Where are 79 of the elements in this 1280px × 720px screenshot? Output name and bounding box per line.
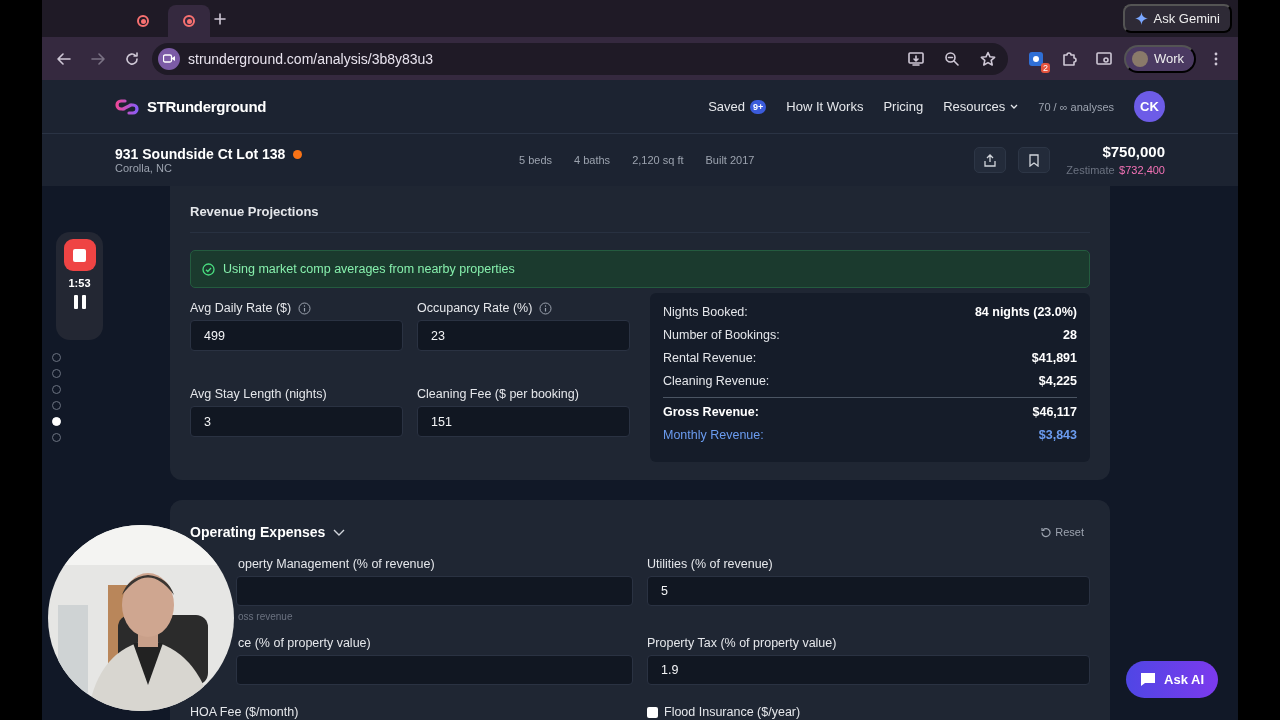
- summary-label: Nights Booked:: [663, 305, 748, 319]
- summary-value: $46,117: [1032, 405, 1077, 419]
- summary-value: 28: [1063, 328, 1077, 342]
- browser-tab[interactable]: [168, 5, 210, 37]
- summary-value: 84 nights (23.0%): [974, 305, 1077, 319]
- field-label: Avg Daily Rate ($): [190, 301, 292, 315]
- summary-label: Rental Revenue:: [663, 351, 757, 365]
- property-fact: Built 2017: [705, 154, 755, 166]
- pause-icon[interactable]: [73, 295, 86, 309]
- input-field[interactable]: 23: [417, 320, 630, 351]
- stop-button[interactable]: [63, 239, 96, 271]
- summary-value: $3,843: [1038, 428, 1077, 442]
- new-tab-icon[interactable]: [214, 12, 226, 25]
- share-icon: [984, 153, 997, 167]
- field-label: Avg Stay Length (nights): [190, 387, 327, 401]
- summary-value: $41,891: [1031, 351, 1077, 365]
- section-title: Revenue Projections: [190, 204, 1090, 233]
- nav-link[interactable]: Saved 9+: [708, 99, 767, 114]
- nav-link[interactable]: How It Works: [786, 99, 864, 114]
- field-label: Cleaning Fee ($ per booking): [417, 387, 579, 401]
- helper-text: oss revenue: [238, 611, 293, 622]
- brand-name: STRunderground: [147, 98, 267, 115]
- field-label: Occupancy Rate (%): [417, 301, 533, 315]
- bookmark-button[interactable]: [1018, 147, 1051, 173]
- check-circle-icon: [202, 262, 215, 276]
- input-field[interactable]: 1.9: [647, 655, 1090, 685]
- count-badge: 9+: [750, 99, 767, 114]
- recording-icon: [137, 15, 149, 27]
- ask-ai-button[interactable]: Ask AI: [1126, 661, 1218, 698]
- input-field[interactable]: 499: [190, 320, 403, 351]
- property-fact: 4 baths: [574, 154, 611, 166]
- nav-link[interactable]: Resources: [943, 99, 1019, 114]
- summary-label: Monthly Revenue:: [663, 428, 764, 442]
- recording-time: 1:53: [68, 277, 91, 289]
- bookmark-icon: [1029, 153, 1040, 167]
- field-label: HOA Fee ($/month): [190, 705, 299, 719]
- recording-icon: [183, 15, 195, 27]
- sparkle-icon: [1134, 12, 1148, 25]
- summary-label: Gross Revenue:: [663, 405, 759, 419]
- field-label: Utilities (% of revenue): [647, 557, 773, 571]
- nav-link[interactable]: Pricing: [883, 99, 924, 114]
- usage-counter: 70 / ∞ analyses: [1038, 100, 1114, 113]
- video-camera-icon: [158, 47, 180, 70]
- chevron-down-icon[interactable]: [333, 528, 346, 536]
- input-field[interactable]: [236, 576, 633, 606]
- field-label: ce (% of property value): [238, 636, 371, 650]
- summary-label: Cleaning Revenue:: [663, 374, 770, 388]
- share-button[interactable]: [974, 147, 1007, 173]
- avatar-icon: [1131, 50, 1148, 67]
- property-fact: 5 beds: [519, 154, 553, 166]
- banner-text: Using market comp averages from nearby properties: [223, 262, 515, 276]
- section-title: Operating Expenses: [190, 524, 326, 540]
- summary-label: Number of Bookings:: [663, 328, 780, 342]
- property-location: Corolla, NC: [115, 162, 173, 174]
- zestimate-value: $732,400: [1119, 163, 1165, 176]
- property-price: $750,000: [1101, 142, 1165, 160]
- status-dot: [293, 149, 303, 159]
- user-avatar[interactable]: CK: [1134, 91, 1165, 122]
- address-bar[interactable]: strunderground.com/analysis/3b8y83u3: [152, 42, 1008, 75]
- summary-value: $4,225: [1038, 374, 1077, 388]
- field-label: Flood Insurance ($/year): [664, 705, 801, 719]
- logo-icon: [115, 97, 139, 116]
- chat-icon: [1140, 672, 1156, 687]
- input-field[interactable]: 5: [647, 576, 1090, 606]
- zestimate-label: Zestimate: [1066, 163, 1115, 176]
- input-field[interactable]: 3: [190, 406, 403, 437]
- checkbox[interactable]: [647, 706, 658, 718]
- property-fact: 2,120 sq ft: [632, 154, 684, 166]
- notification-badge: 2: [1040, 62, 1050, 73]
- extension-icon[interactable]: [1027, 50, 1044, 67]
- field-label: Property Tax (% of property value): [647, 636, 837, 650]
- undo-icon: [1040, 526, 1052, 538]
- reset-button[interactable]: Reset: [1034, 525, 1090, 539]
- ask-gemini-button[interactable]: Ask Gemini: [1122, 4, 1232, 33]
- property-address: 931 Soundside Ct Lot 138: [115, 146, 286, 162]
- input-field[interactable]: 151: [417, 406, 630, 437]
- profile-button[interactable]: Work: [1123, 44, 1196, 73]
- input-field[interactable]: [236, 655, 633, 685]
- field-label: operty Management (% of revenue): [238, 557, 435, 571]
